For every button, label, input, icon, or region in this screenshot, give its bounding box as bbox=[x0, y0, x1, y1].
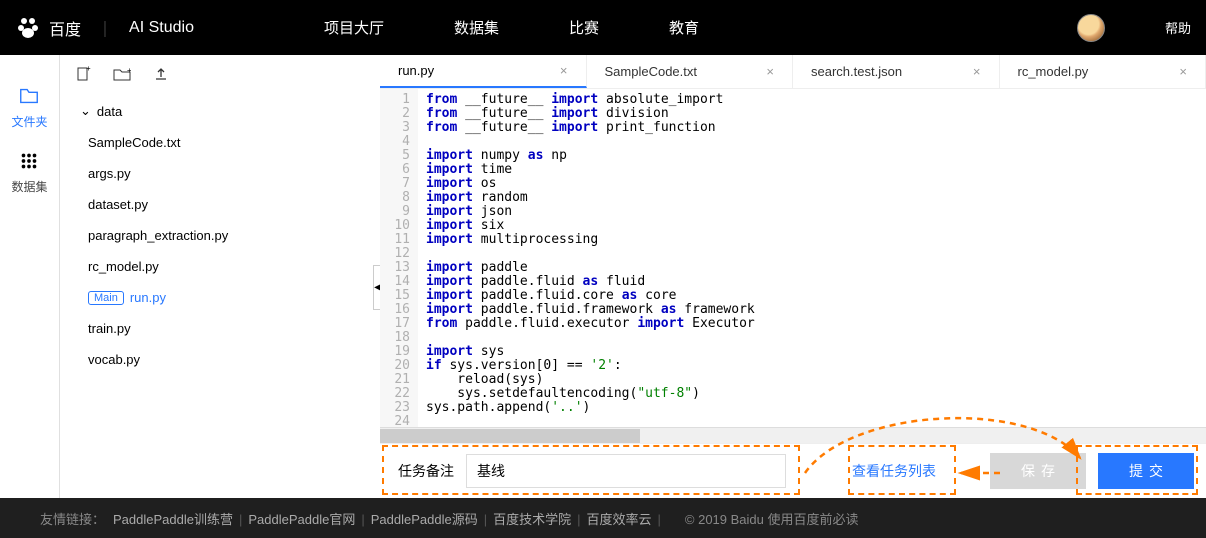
nav-item-education[interactable]: 教育 bbox=[669, 17, 699, 38]
footer-copyright: © 2019 Baidu 使用百度前必读 bbox=[685, 509, 859, 528]
file-panel: + + ⌄ dataSampleCode.txtargs.pydataset.p… bbox=[60, 55, 380, 498]
file-row[interactable]: dataset.py bbox=[70, 189, 370, 220]
task-remark-label: 任务备注 bbox=[398, 461, 454, 481]
save-button[interactable]: 保存 bbox=[990, 453, 1086, 489]
avatar[interactable] bbox=[1077, 14, 1105, 42]
footer-link[interactable]: 百度技术学院 bbox=[493, 512, 571, 527]
top-nav: 百度 ｜ AI Studio 项目大厅 数据集 比赛 教育 帮助 bbox=[0, 0, 1206, 55]
editor: ◀ run.py×SampleCode.txt×search.test.json… bbox=[380, 55, 1206, 498]
file-row[interactable]: rc_model.py bbox=[70, 251, 370, 282]
chevron-down-icon: ⌄ bbox=[80, 103, 91, 119]
code-area[interactable]: 123456789101112131415161718192021222324 … bbox=[380, 89, 1206, 427]
baidu-paw-icon bbox=[15, 15, 41, 41]
file-row[interactable]: args.py bbox=[70, 158, 370, 189]
folder-row[interactable]: ⌄ data bbox=[70, 95, 370, 127]
view-tasks-link[interactable]: 查看任务列表 bbox=[852, 461, 936, 481]
new-file-icon[interactable]: + bbox=[75, 66, 91, 85]
footer-link[interactable]: PaddlePaddle源码 bbox=[371, 512, 478, 527]
svg-text:+: + bbox=[86, 66, 91, 73]
dataset-icon bbox=[18, 150, 40, 172]
logo[interactable]: 百度 ｜ AI Studio bbox=[15, 15, 194, 41]
logo-brand: 百度 bbox=[49, 16, 81, 40]
leftbar: 文件夹 数据集 bbox=[0, 55, 60, 498]
close-icon[interactable]: × bbox=[560, 63, 568, 78]
nav-item-projects[interactable]: 项目大厅 bbox=[324, 17, 384, 38]
close-icon[interactable]: × bbox=[973, 64, 981, 79]
editor-tabs: run.py×SampleCode.txt×search.test.json×r… bbox=[380, 55, 1206, 89]
task-remark-input[interactable] bbox=[466, 454, 786, 488]
nav-links: 项目大厅 数据集 比赛 教育 bbox=[324, 17, 699, 38]
close-icon[interactable]: × bbox=[766, 64, 774, 79]
new-folder-icon[interactable]: + bbox=[113, 67, 131, 84]
main-badge: Main bbox=[88, 291, 124, 305]
file-row[interactable]: SampleCode.txt bbox=[70, 127, 370, 158]
file-row[interactable]: vocab.py bbox=[70, 344, 370, 375]
bottom-bar: 任务备注 查看任务列表 保存 提交 bbox=[380, 443, 1206, 498]
upload-icon[interactable] bbox=[153, 66, 169, 85]
nav-item-competitions[interactable]: 比赛 bbox=[569, 17, 599, 38]
nav-right: 帮助 bbox=[1077, 14, 1191, 42]
leftbar-dataset[interactable]: 数据集 bbox=[11, 140, 47, 205]
file-tree: ⌄ dataSampleCode.txtargs.pydataset.pypar… bbox=[60, 95, 380, 375]
svg-text:+: + bbox=[127, 67, 131, 75]
file-row[interactable]: Main run.py bbox=[70, 282, 370, 313]
footer-links: PaddlePaddle训练营|PaddlePaddle官网|PaddlePad… bbox=[113, 509, 667, 528]
leftbar-files[interactable]: 文件夹 bbox=[11, 75, 47, 140]
close-icon[interactable]: × bbox=[1179, 64, 1187, 79]
editor-tab[interactable]: search.test.json× bbox=[793, 55, 1000, 88]
footer-link[interactable]: 百度效率云 bbox=[587, 512, 652, 527]
line-gutter: 123456789101112131415161718192021222324 bbox=[380, 89, 418, 427]
leftbar-files-label: 文件夹 bbox=[11, 113, 47, 130]
nav-help[interactable]: 帮助 bbox=[1165, 18, 1191, 37]
code-lines[interactable]: from __future__ import absolute_importfr… bbox=[418, 89, 755, 427]
submit-button[interactable]: 提交 bbox=[1098, 453, 1194, 489]
editor-tab[interactable]: run.py× bbox=[380, 55, 587, 88]
main: 文件夹 数据集 + + ⌄ dataSampleCode.txtargs.pyd… bbox=[0, 55, 1206, 498]
editor-tab[interactable]: SampleCode.txt× bbox=[587, 55, 794, 88]
footer-prefix: 友情链接： bbox=[40, 509, 105, 528]
editor-tab[interactable]: rc_model.py× bbox=[1000, 55, 1206, 88]
scrollbar-thumb[interactable] bbox=[380, 429, 640, 443]
file-row[interactable]: train.py bbox=[70, 313, 370, 344]
nav-item-datasets[interactable]: 数据集 bbox=[454, 17, 499, 38]
file-row[interactable]: paragraph_extraction.py bbox=[70, 220, 370, 251]
footer: 友情链接： PaddlePaddle训练营|PaddlePaddle官网|Pad… bbox=[0, 498, 1206, 538]
leftbar-dataset-label: 数据集 bbox=[11, 178, 47, 195]
folder-icon bbox=[18, 85, 40, 107]
logo-divider: ｜ bbox=[97, 16, 113, 40]
logo-product: AI Studio bbox=[129, 19, 194, 37]
footer-link[interactable]: PaddlePaddle训练营 bbox=[113, 512, 233, 527]
file-tools: + + bbox=[60, 55, 380, 95]
footer-link[interactable]: PaddlePaddle官网 bbox=[248, 512, 355, 527]
horizontal-scrollbar[interactable] bbox=[380, 427, 1206, 443]
